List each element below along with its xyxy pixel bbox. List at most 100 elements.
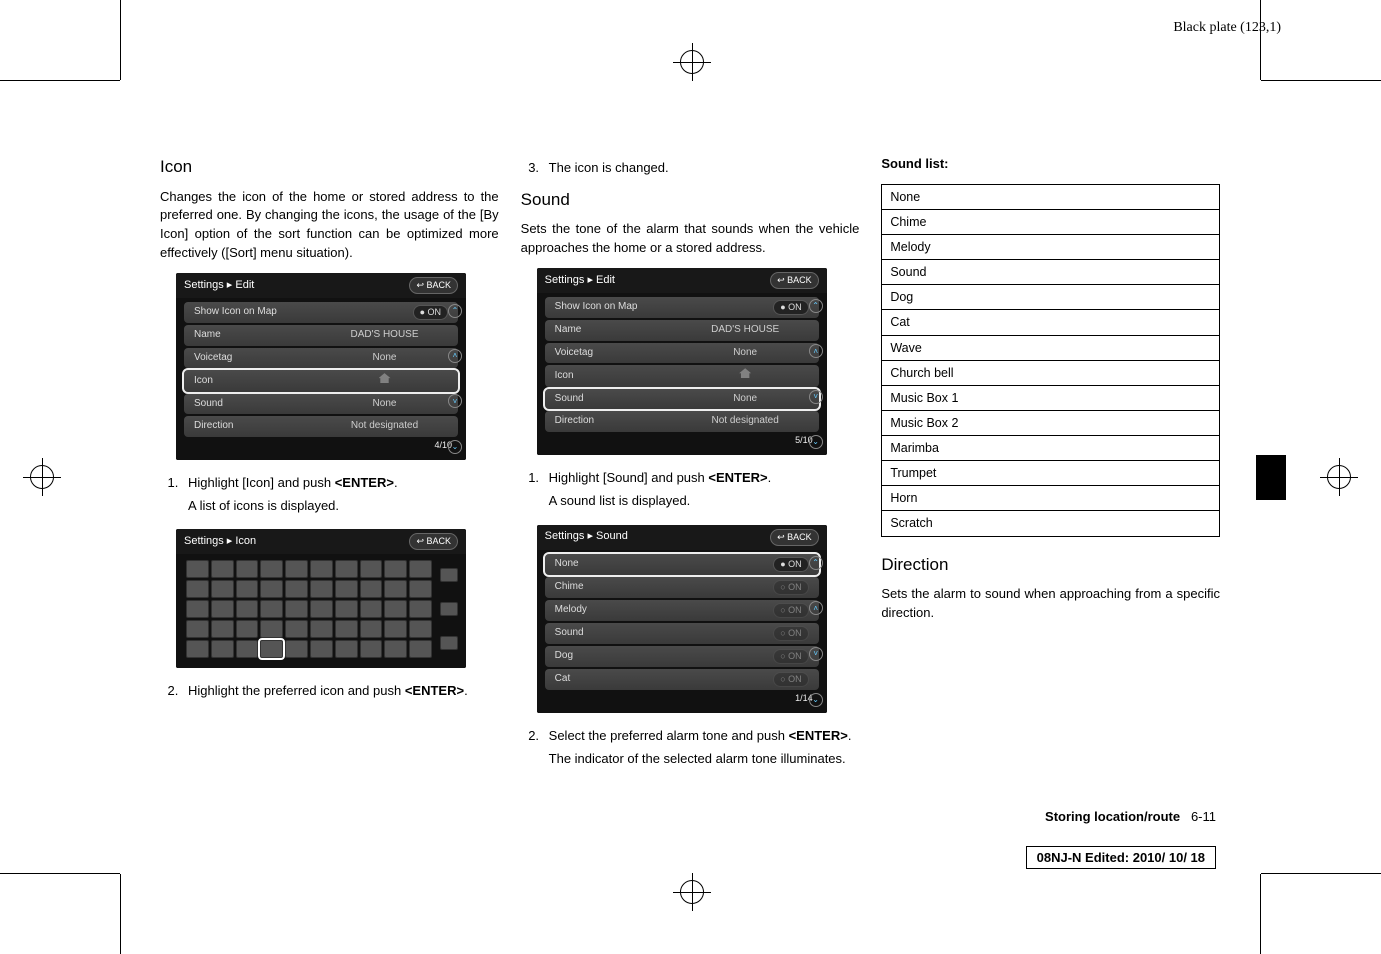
crop-mark [1260,0,1261,80]
poi-icon [360,560,383,578]
sound-list-cell: Melody [882,235,1220,260]
row-value: None [321,397,448,412]
poi-icon [236,620,259,638]
page-content: Icon Changes the icon of the home or sto… [160,155,1220,773]
row-label: Melody [555,603,774,618]
plate-header: Black plate (123,1) [1173,20,1281,36]
preview-icon [440,636,458,650]
step-sub: A sound list is displayed. [549,492,860,511]
poi-icon [211,620,234,638]
poi-icon [260,580,283,598]
row-value: DAD'S HOUSE [682,323,809,338]
enter-key: <ENTER> [708,470,767,485]
preview-icon [440,568,458,582]
sound-list-table: NoneChimeMelodySoundDogCatWaveChurch bel… [881,184,1220,537]
row-label: Sound [555,392,682,407]
house-icon [321,373,448,389]
scroll-down-icon: ⌄ [448,440,462,454]
sound-list-cell: Wave [882,335,1220,360]
registration-mark [680,880,704,904]
poi-icon [236,600,259,618]
poi-icon [409,620,432,638]
screenshot-settings-edit-icon: Settings ▸ Edit ↩ BACK Show Icon on Map●… [176,273,466,460]
scroll-arrows: ⌃ ˄ ˅ ⌄ [809,299,825,449]
row-label: Show Icon on Map [555,300,774,315]
icon-preview-column [440,558,458,660]
page-indicator: 5/10 [545,434,819,447]
poi-icon [285,600,308,618]
poi-icon [211,560,234,578]
poi-icon [186,600,209,618]
crop-mark [0,873,120,874]
icon-grid [184,558,434,660]
poi-icon [236,640,259,658]
on-indicator: ○ ON [773,603,808,618]
poi-icon [409,600,432,618]
section-tab-marker [1256,455,1286,500]
back-icon: ↩ BACK [770,272,819,289]
poi-icon [335,640,358,658]
sound-list-cell: Marimba [882,436,1220,461]
row-value: DAD'S HOUSE [321,328,448,343]
poi-icon [260,620,283,638]
poi-icon [360,580,383,598]
poi-icon [384,640,407,658]
on-indicator: ○ ON [773,626,808,641]
poi-icon [186,640,209,658]
screenshot-settings-sound-list: Settings ▸ Sound ↩ BACK None● ON Chime○ … [537,525,827,713]
crop-mark [120,0,121,80]
screenshot-title: Settings ▸ Icon [184,534,256,550]
sound-list-cell: Music Box 2 [882,410,1220,435]
row-label: None [555,557,774,572]
scroll-up-icon: ⌃ [809,556,823,570]
column-3: Sound list: NoneChimeMelodySoundDogCatWa… [881,155,1220,773]
sound-steps-1: Highlight [Sound] and push <ENTER>. A so… [521,465,860,515]
poi-icon [310,580,333,598]
row-label: Dog [555,649,774,664]
back-icon: ↩ BACK [409,533,458,550]
direction-text: Sets the alarm to sound when approaching… [881,585,1220,623]
poi-icon [409,580,432,598]
row-value: None [682,392,809,407]
sound-list-cell: Sound [882,260,1220,285]
poi-icon [335,600,358,618]
sound-list-cell: Church bell [882,360,1220,385]
back-icon: ↩ BACK [409,277,458,294]
icon-steps-1: Highlight [Icon] and push <ENTER>. A lis… [160,470,499,520]
registration-mark [680,50,704,74]
step-sub: The indicator of the selected alarm tone… [549,750,860,769]
row-value: Not designated [321,419,448,434]
scroll-down-icon: ⌄ [809,435,823,449]
row-label: Direction [194,419,321,434]
sound-list-cell: Trumpet [882,461,1220,486]
scroll-down-icon: ⌄ [809,693,823,707]
poi-icon [409,560,432,578]
poi-icon [236,580,259,598]
row-label: Name [555,323,682,338]
row-value: None [321,351,448,366]
scroll-up-icon: ⌃ [448,304,462,318]
poi-icon [211,600,234,618]
poi-icon [285,580,308,598]
column-2: The icon is changed. Sound Sets the tone… [521,155,860,773]
sound-list-cell: Scratch [882,511,1220,536]
row-label: Sound [555,626,774,641]
column-1: Icon Changes the icon of the home or sto… [160,155,499,773]
screenshot-settings-edit-sound: Settings ▸ Edit ↩ BACK Show Icon on Map●… [537,268,827,455]
poi-icon [360,640,383,658]
screenshot-title: Settings ▸ Edit [545,273,615,289]
page-indicator: 1/14 [545,692,819,705]
registration-mark [30,465,54,489]
poi-icon [335,560,358,578]
sound-list-cell: Chime [882,209,1220,234]
back-icon: ↩ BACK [770,529,819,546]
step-sub: A list of icons is displayed. [188,497,499,516]
poi-icon [360,600,383,618]
scroll-arrows: ⌃ ˄ ˅ ⌄ [809,556,825,707]
edit-stamp: 08NJ-N Edited: 2010/ 10/ 18 [1026,846,1216,869]
sound-list-cell: Music Box 1 [882,385,1220,410]
list-item: Highlight the preferred icon and push <E… [182,682,499,701]
scroll-up-icon: ˄ [809,344,823,358]
screenshot-title: Settings ▸ Edit [184,278,254,294]
poi-icon [310,620,333,638]
